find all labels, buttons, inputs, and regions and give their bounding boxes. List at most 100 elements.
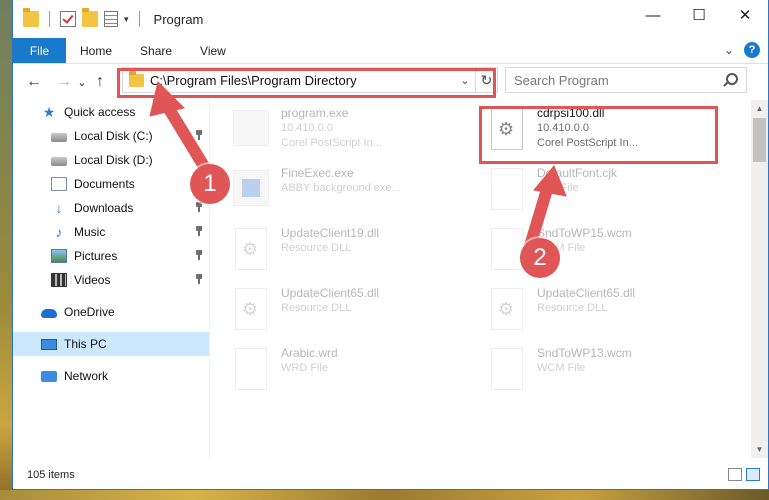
sidebar-item-onedrive[interactable]: OneDrive [13,300,209,324]
search-input[interactable]: Search Program [505,67,747,93]
file-item[interactable]: DefaultFont.cjk CJK File [487,166,727,222]
ribbon-tabs: File Home Share View ⌄ ? [13,38,768,64]
tab-share[interactable]: Share [126,38,186,63]
sidebar-item-label: Local Disk (C:) [74,129,153,143]
file-description: Resource DLL [281,302,352,314]
refresh-icon[interactable]: ↻ [475,68,497,92]
sidebar-item-local-disk-c[interactable]: Local Disk (C:) [13,124,209,148]
properties-check-icon[interactable] [60,11,76,27]
sidebar-item-this-pc[interactable]: This PC [13,332,209,356]
file-version: 10.410.0.0 [537,122,589,134]
tab-view[interactable]: View [186,38,240,63]
address-row: ← → ⌄ ↑ C:\Program Files\Program Directo… [13,64,768,100]
file-name: program.exe [281,106,349,120]
file-list: program.exe 10.410.0.0 Corel PostScript … [231,100,741,458]
music-icon: ♪ [55,224,63,240]
new-folder-icon[interactable] [82,8,98,27]
pin-icon[interactable] [195,226,203,236]
sidebar-item-label: This PC [64,337,107,351]
step-2-badge: 2 [520,238,560,278]
pin-icon[interactable] [195,202,203,212]
file-description: Corel PostScript In... [281,137,382,149]
customize-toolbar-chevron-icon[interactable]: ▾ [124,14,129,25]
close-button[interactable]: ✕ [722,0,768,30]
address-folder-icon [129,70,144,87]
navigation-pane: ★ Quick access Local Disk (C:) Local Dis… [13,100,209,458]
scroll-thumb[interactable] [753,118,766,162]
tab-home[interactable]: Home [66,38,126,63]
doc-icon [231,346,271,396]
downloads-icon: ↓ [55,200,63,216]
file-item[interactable]: SndToWP13.wcm WCM File [487,346,727,402]
sidebar-item-quick-access[interactable]: ★ Quick access [13,100,209,124]
recent-locations-chevron-icon[interactable]: ⌄ [75,76,89,89]
toolbar-separator [49,11,50,27]
file-item[interactable]: UpdateClient19.dll Resource DLL [231,226,471,282]
back-arrow-icon[interactable]: ← [23,73,45,91]
sidebar-item-label: Music [74,225,106,239]
sidebar-item-label: Network [64,369,109,383]
maximize-button[interactable]: ☐ [676,0,722,30]
star-icon: ★ [42,104,56,120]
file-name: Arabic.wrd [281,346,338,360]
pane-divider[interactable] [209,100,210,458]
file-item[interactable]: UpdateClient65.dll Resource DLL [487,286,727,342]
sidebar-item-network[interactable]: Network [13,364,209,388]
sidebar-item-documents[interactable]: Documents [13,172,209,196]
sidebar-item-local-disk-d[interactable]: Local Disk (D:) [13,148,209,172]
disk-icon [51,157,67,166]
address-path[interactable]: C:\Program Files\Program Directory [150,73,455,88]
sidebar-item-label: Documents [74,177,135,191]
help-icon[interactable]: ? [744,42,760,58]
scroll-down-arrow-icon[interactable]: ▼ [751,441,768,458]
file-name: DefaultFont.cjk [537,166,618,180]
search-icon[interactable] [726,73,738,85]
pin-icon[interactable] [195,130,203,140]
tab-file[interactable]: File [13,38,66,63]
sidebar-item-videos[interactable]: Videos [13,268,209,292]
file-description: ABBY background exe... [281,182,401,194]
file-name: SndToWP13.wcm [537,346,632,360]
documents-icon [51,177,67,191]
dll-gear-icon [487,286,527,336]
onedrive-icon [41,309,57,318]
address-bar[interactable]: C:\Program Files\Program Directory ⌄ ↻ [122,67,498,93]
file-description: Resource DLL [537,302,608,314]
file-item[interactable]: program.exe 10.410.0.0 Corel PostScript … [231,106,471,162]
file-name: SndToWP15.wcm [537,226,632,240]
window-controls: — ☐ ✕ [630,0,768,30]
file-item[interactable]: FineExec.exe ABBY background exe... [231,166,471,222]
file-explorer-window: ▾ Program — ☐ ✕ File Home Share View ⌄ ?… [12,0,769,490]
scroll-up-arrow-icon[interactable]: ▲ [751,100,768,117]
forward-arrow-icon[interactable]: → [53,73,75,91]
file-item[interactable]: Arabic.wrd WRD File [231,346,471,402]
toolbar-separator [138,11,140,27]
minimize-button[interactable]: — [630,0,676,30]
sidebar-item-downloads[interactable]: ↓ Downloads [13,196,209,220]
doc-icon [487,346,527,396]
address-history-chevron-icon[interactable]: ⌄ [455,74,475,87]
sidebar-item-label: Downloads [74,201,134,215]
folder-icon[interactable] [23,8,39,27]
pin-icon[interactable] [195,250,203,260]
file-version: 10.410.0.0 [281,122,333,134]
sidebar-item-pictures[interactable]: Pictures [13,244,209,268]
file-description: CJK File [537,182,579,194]
sidebar-item-label: Quick access [64,105,136,119]
details-view-icon[interactable] [728,468,742,481]
file-item-highlighted[interactable]: cdrpsi100.dll 10.410.0.0 Corel PostScrip… [487,106,727,162]
step-1-badge: 1 [190,164,230,204]
expand-ribbon-chevron-icon[interactable]: ⌄ [724,43,734,57]
pin-icon[interactable] [195,274,203,284]
vertical-scrollbar[interactable]: ▲ ▼ [751,100,768,458]
list-view-icon[interactable] [104,11,118,27]
file-item[interactable]: UpdateClient65.dll Resource DLL [231,286,471,342]
up-arrow-icon[interactable]: ↑ [89,73,111,91]
status-bar: 105 items [13,462,768,488]
sidebar-item-label: Local Disk (D:) [74,153,153,167]
sidebar-item-music[interactable]: ♪ Music [13,220,209,244]
disk-icon [51,133,67,142]
dll-gear-icon [231,286,271,336]
large-icons-view-icon[interactable] [746,468,760,481]
dll-gear-icon [487,106,527,156]
